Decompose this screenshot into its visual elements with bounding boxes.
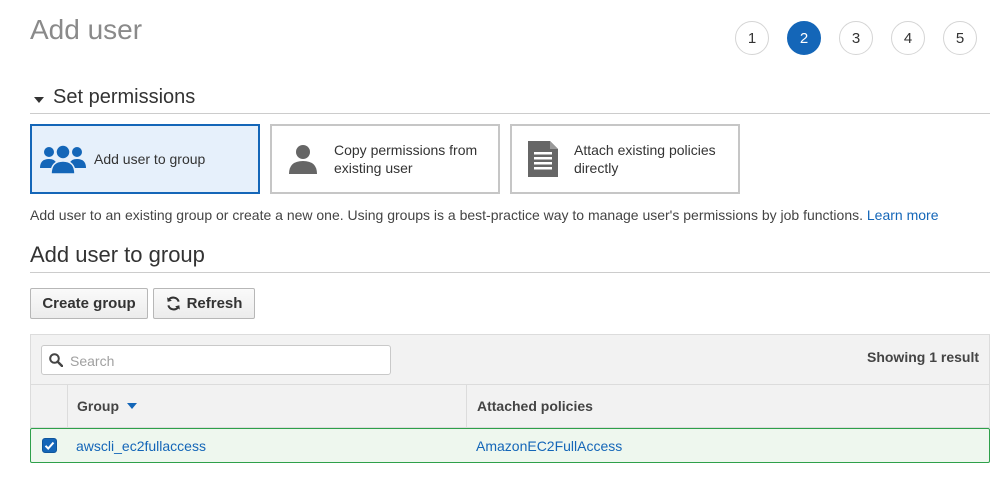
search-input[interactable] xyxy=(68,350,382,372)
column-label: Attached policies xyxy=(477,398,593,414)
learn-more-link[interactable]: Learn more xyxy=(867,207,939,223)
column-header-policies[interactable]: Attached policies xyxy=(477,385,593,427)
user-icon xyxy=(272,144,334,174)
page-title: Add user xyxy=(30,14,143,45)
section-title: Set permissions xyxy=(53,86,196,108)
step-2-active[interactable]: 2 xyxy=(787,21,821,55)
table-row[interactable]: awscli_ec2fullaccess AmazonEC2FullAccess xyxy=(30,428,990,463)
group-link[interactable]: awscli_ec2fullaccess xyxy=(76,438,206,454)
groups-table: Showing 1 result Group Attached policies… xyxy=(30,334,990,464)
column-label: Group xyxy=(77,398,119,414)
row-checkbox[interactable] xyxy=(42,438,57,453)
group-icon xyxy=(32,144,94,174)
column-divider xyxy=(67,385,68,427)
option-copy-permissions[interactable]: Copy permissions from existing user xyxy=(270,124,500,194)
wizard-steps: 1 2 3 4 5 xyxy=(735,21,977,55)
checkmark-icon xyxy=(44,441,55,450)
option-label: Attach existing policies directly xyxy=(574,142,716,176)
refresh-icon xyxy=(166,296,181,311)
cell-policies: AmazonEC2FullAccess xyxy=(476,429,622,462)
table-toolbar: Showing 1 result xyxy=(30,334,990,385)
permissions-description: Add user to an existing group or create … xyxy=(30,207,938,223)
create-group-button[interactable]: Create group xyxy=(30,288,148,319)
add-user-to-group-title: Add user to group xyxy=(30,242,990,273)
table-header: Group Attached policies xyxy=(30,385,990,428)
create-group-label: Create group xyxy=(42,295,136,312)
caret-down-icon xyxy=(34,97,44,103)
column-divider xyxy=(466,385,467,427)
option-label: Copy permissions from existing user xyxy=(334,142,478,176)
description-text: Add user to an existing group or create … xyxy=(30,207,863,223)
option-add-user-to-group[interactable]: Add user to group xyxy=(30,124,260,194)
step-5[interactable]: 5 xyxy=(943,21,977,55)
document-icon xyxy=(512,141,574,177)
search-box[interactable] xyxy=(41,345,391,375)
refresh-button[interactable]: Refresh xyxy=(153,288,255,319)
result-count: Showing 1 result xyxy=(866,349,979,365)
set-permissions-header[interactable]: Set permissions xyxy=(30,86,990,114)
column-header-group[interactable]: Group xyxy=(77,385,137,427)
policy-link[interactable]: AmazonEC2FullAccess xyxy=(476,438,622,454)
step-4[interactable]: 4 xyxy=(891,21,925,55)
option-label: Add user to group xyxy=(94,151,206,167)
step-3[interactable]: 3 xyxy=(839,21,873,55)
search-icon xyxy=(49,353,64,372)
cell-group: awscli_ec2fullaccess xyxy=(76,429,206,462)
refresh-label: Refresh xyxy=(186,295,243,312)
step-1[interactable]: 1 xyxy=(735,21,769,55)
sort-desc-icon xyxy=(127,403,137,409)
option-attach-policies[interactable]: Attach existing policies directly xyxy=(510,124,740,194)
